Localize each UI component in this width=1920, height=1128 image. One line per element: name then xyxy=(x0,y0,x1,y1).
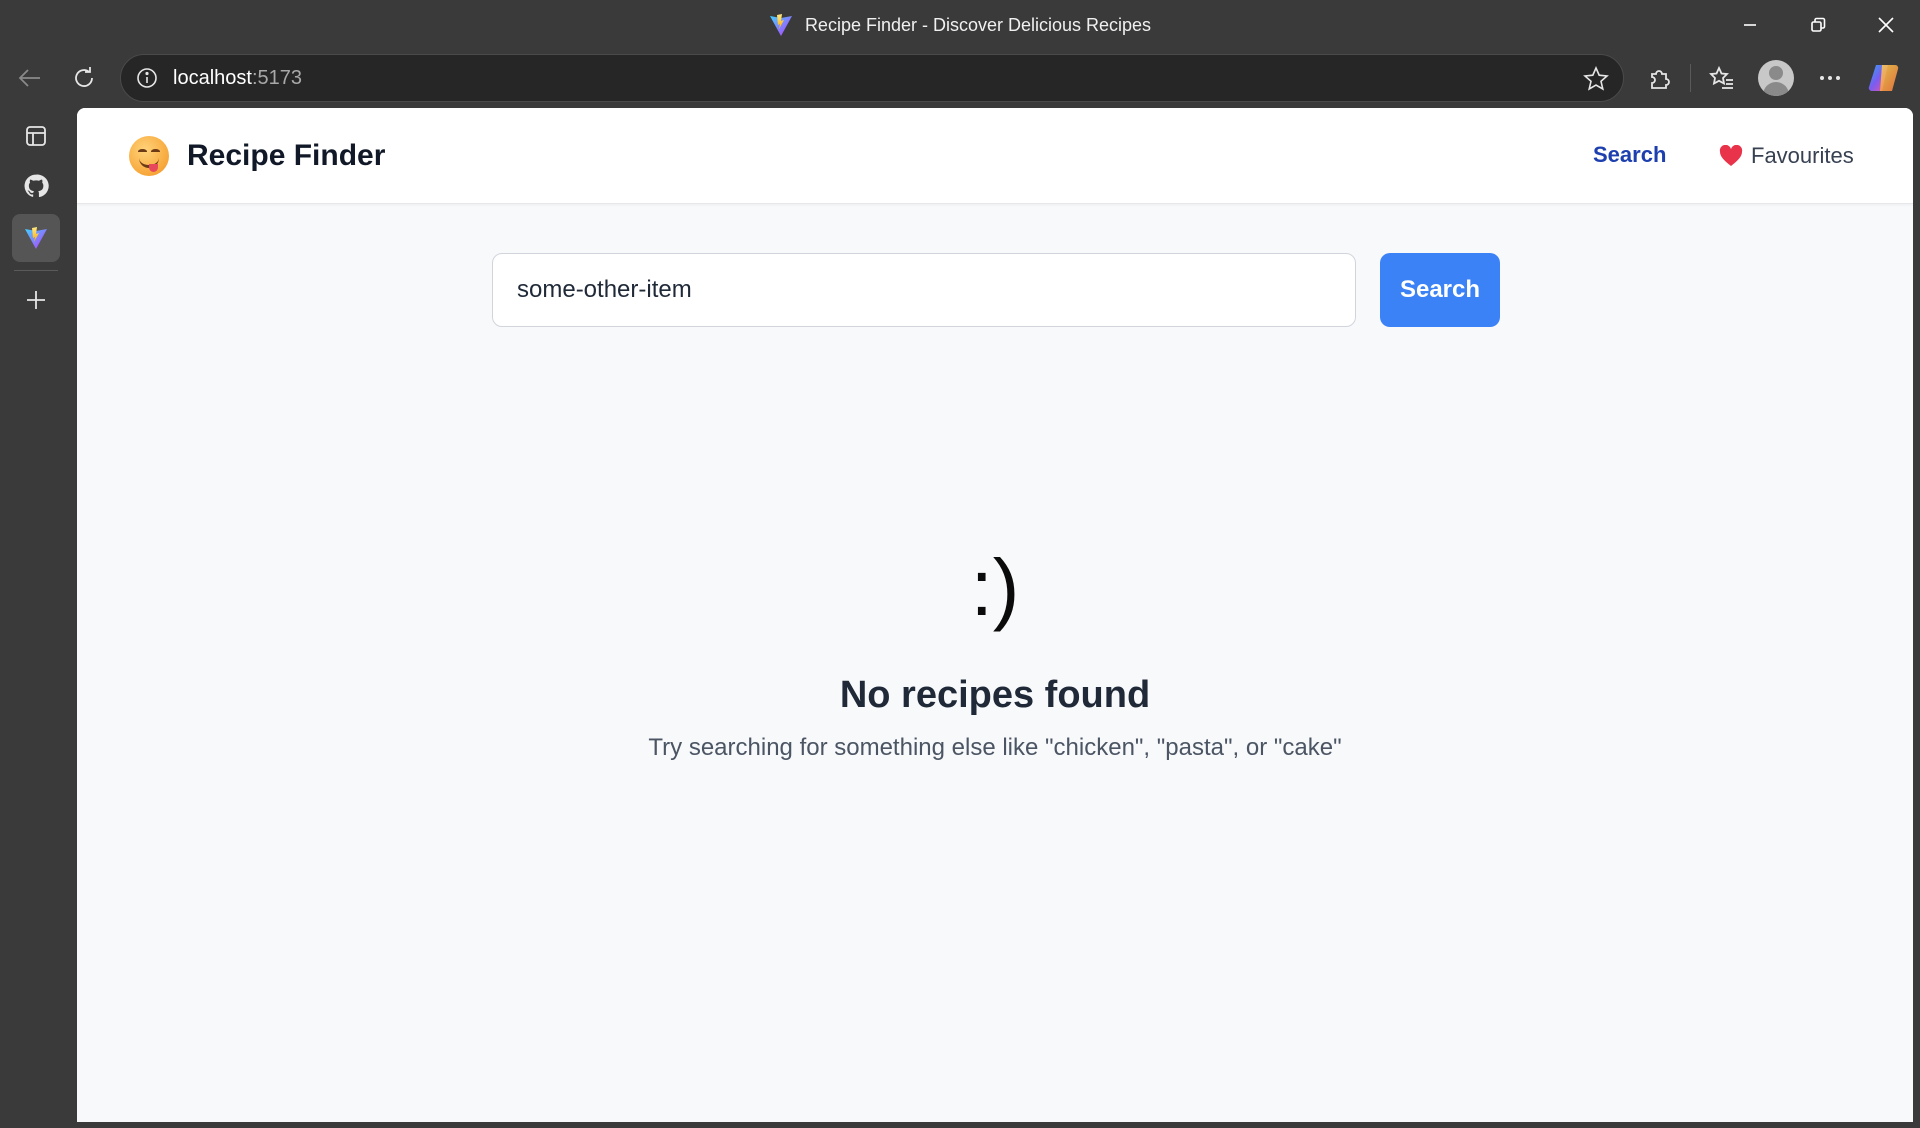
tab-recipe-finder[interactable] xyxy=(12,214,60,262)
tab-panel-icon xyxy=(26,126,46,146)
vite-logo-icon xyxy=(25,227,47,249)
minimize-button[interactable] xyxy=(1716,0,1784,50)
window-title: Recipe Finder - Discover Delicious Recip… xyxy=(804,14,1152,35)
app-header: Recipe Finder Search Favourites xyxy=(77,108,1913,204)
restore-button[interactable] xyxy=(1784,0,1852,50)
favorites-list-icon xyxy=(1709,65,1733,89)
url-host: localhost xyxy=(173,66,252,89)
yum-face-emoji-icon xyxy=(129,136,169,176)
browser-vertical-tabs xyxy=(0,106,72,1128)
address-bar[interactable]: localhost:5173 xyxy=(120,54,1624,102)
url-port: :5173 xyxy=(251,66,302,89)
favorite-star-icon[interactable] xyxy=(1583,66,1609,92)
copilot-icon[interactable] xyxy=(1868,62,1902,94)
close-window-button[interactable] xyxy=(1852,0,1920,50)
browser-toolbar: localhost:5173 xyxy=(0,50,1920,106)
empty-state-title: No recipes found xyxy=(839,674,1151,716)
nav-search-link[interactable]: Search xyxy=(1593,142,1666,168)
empty-state-face-text: :) xyxy=(970,543,1020,632)
close-icon xyxy=(1878,17,1894,33)
tab-actions-button[interactable] xyxy=(12,112,60,160)
tab-github[interactable] xyxy=(12,162,60,210)
plus-icon xyxy=(27,291,45,309)
restore-icon xyxy=(1811,17,1826,32)
vite-logo-icon xyxy=(769,14,792,36)
extensions-button[interactable] xyxy=(1640,58,1680,98)
empty-state-face: :) xyxy=(77,548,1913,628)
brand-name: Recipe Finder xyxy=(187,139,386,172)
reload-icon xyxy=(75,67,93,87)
more-menu-button[interactable] xyxy=(1810,58,1850,98)
heart-icon xyxy=(1719,145,1743,166)
search-button[interactable]: Search xyxy=(1380,253,1500,327)
favorites-button[interactable] xyxy=(1702,58,1742,98)
profile-avatar[interactable] xyxy=(1758,60,1794,96)
reload-button[interactable] xyxy=(64,58,104,98)
puzzle-icon xyxy=(1651,70,1670,89)
back-button[interactable] xyxy=(10,58,50,98)
site-info-icon[interactable] xyxy=(135,66,159,90)
empty-state-subtitle: Try searching for something else like "c… xyxy=(648,734,1342,761)
sidebar-divider xyxy=(14,270,58,271)
nav-favourites-label: Favourites xyxy=(1751,143,1854,168)
github-icon xyxy=(24,174,49,198)
page-viewport: Recipe Finder Search Favourites Search :… xyxy=(77,108,1913,1122)
window-title-group: Recipe Finder - Discover Delicious Recip… xyxy=(0,0,1920,50)
arrow-left-icon xyxy=(18,69,40,87)
new-tab-button[interactable] xyxy=(12,276,60,324)
ellipsis-icon xyxy=(1820,76,1840,80)
url-text[interactable]: localhost:5173 xyxy=(173,67,302,90)
nav-favourites-link[interactable]: Favourites xyxy=(1719,140,1854,172)
recipe-search-input[interactable] xyxy=(492,253,1356,327)
window-titlebar: Recipe Finder - Discover Delicious Recip… xyxy=(0,0,1920,50)
brand[interactable]: Recipe Finder xyxy=(129,134,385,178)
minimize-icon xyxy=(1744,24,1756,26)
toolbar-divider xyxy=(1690,64,1691,92)
